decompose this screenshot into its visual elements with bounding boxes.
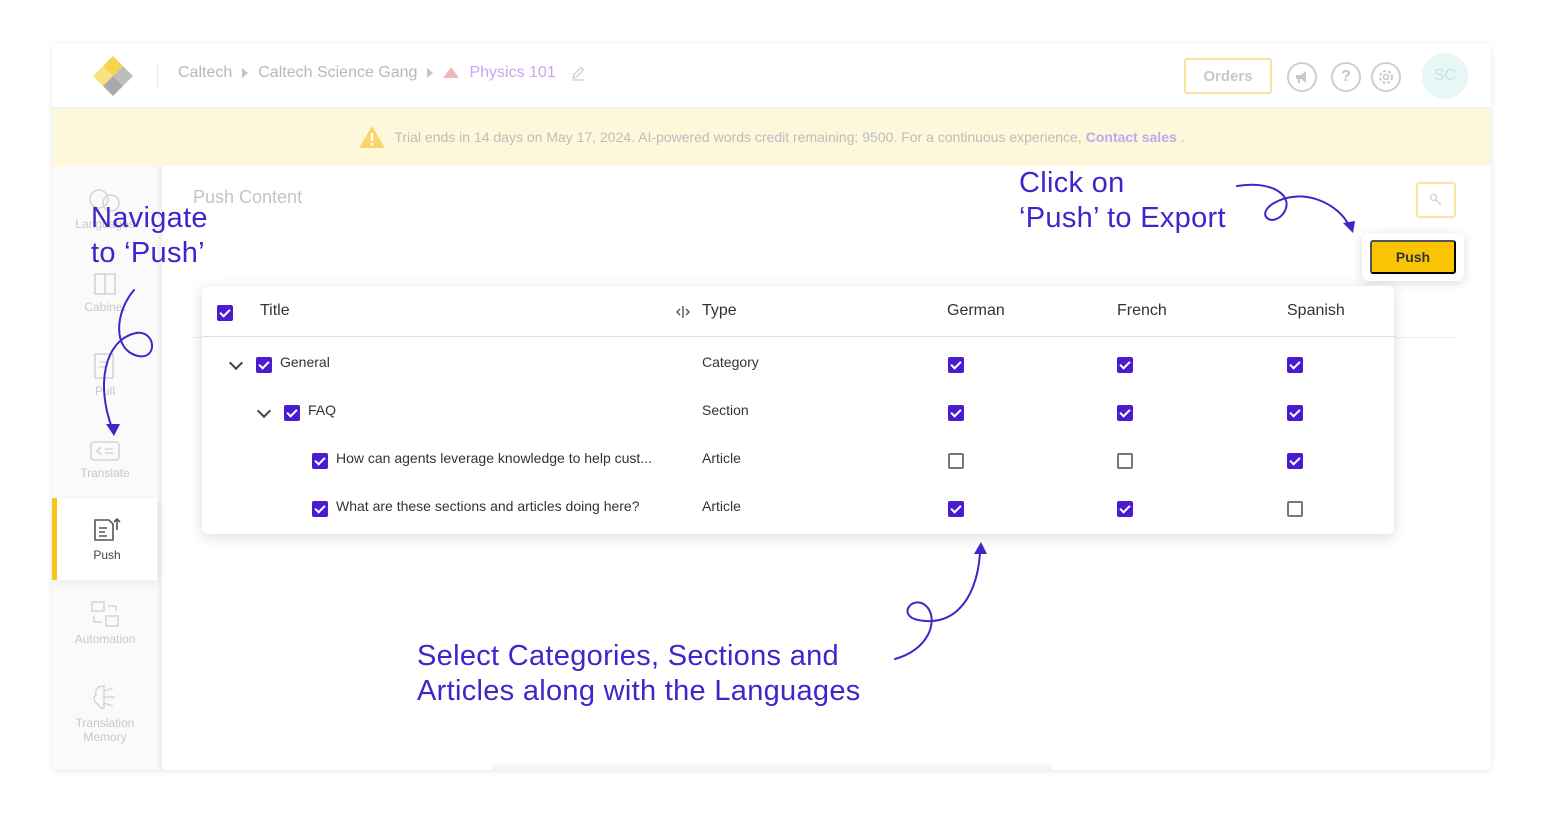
sidebar-item-label: Automation (74, 632, 136, 646)
chevron-down-icon[interactable] (228, 355, 244, 371)
sidebar-item-label: Cabinet (84, 300, 126, 314)
sidebar-item-translation-memory[interactable]: Translation Memory (52, 682, 158, 744)
avatar[interactable]: SC (1422, 53, 1468, 99)
caret-right-icon (242, 68, 249, 78)
column-header-spanish[interactable]: Spanish (1287, 302, 1345, 320)
annotation-navigate: Navigate to ‘Push’ (91, 201, 208, 271)
megaphone-icon[interactable] (1287, 62, 1317, 92)
push-content-table: Title Type German French Spanish General… (202, 286, 1394, 534)
annotation-click-push: Click on ‘Push’ to Export (1019, 166, 1226, 236)
banner-text: Trial ends in 14 days on May 17, 2024. A… (394, 129, 1082, 145)
contact-sales-link[interactable]: Contact sales (1086, 129, 1177, 145)
sidebar-item-cabinet[interactable]: Cabinet (52, 272, 158, 314)
spanish-checkbox[interactable] (1287, 453, 1303, 469)
column-header-type[interactable]: Type (702, 302, 737, 320)
top-header: Caltech Caltech Science Gang Physics 101… (52, 44, 1491, 108)
column-header-title[interactable]: Title (260, 302, 290, 320)
row-type: Article (702, 498, 741, 514)
spanish-checkbox[interactable] (1287, 501, 1303, 517)
row-title: What are these sections and articles doi… (336, 498, 640, 514)
german-checkbox[interactable] (948, 453, 964, 469)
push-button-card: Push (1362, 233, 1464, 281)
row-title: General (280, 354, 330, 370)
warning-icon (359, 126, 386, 148)
sidebar-item-label: Translation Memory (75, 716, 135, 744)
translation-memory-icon (93, 685, 115, 710)
page-title: Push Content (193, 187, 303, 207)
german-checkbox[interactable] (948, 405, 964, 421)
translate-icon (90, 441, 120, 461)
table-row: How can agents leverage knowledge to hel… (202, 434, 1394, 482)
row-checkbox[interactable] (284, 405, 300, 421)
breadcrumb-team[interactable]: Caltech Science Gang (258, 64, 417, 82)
table-row: General Category (202, 338, 1394, 386)
annotation-line: Select Categories, Sections and (417, 640, 839, 672)
breadcrumb: Caltech Caltech Science Gang Physics 101 (178, 64, 586, 82)
sidebar-item-label: Push (93, 548, 121, 562)
table-header: Title Type German French Spanish (202, 286, 1394, 337)
row-checkbox[interactable] (256, 357, 272, 373)
spanish-checkbox[interactable] (1287, 357, 1303, 373)
annotation-line: to ‘Push’ (91, 237, 205, 269)
french-checkbox[interactable] (1117, 453, 1133, 469)
row-title: FAQ (308, 402, 337, 418)
help-icon[interactable]: ? (1331, 62, 1361, 92)
banner-suffix: . (1180, 129, 1185, 145)
push-button[interactable]: Push (1370, 240, 1456, 274)
gear-icon[interactable] (1371, 62, 1401, 92)
table-row: FAQ Section (202, 386, 1394, 434)
french-checkbox[interactable] (1117, 501, 1133, 517)
key-button[interactable] (1416, 182, 1456, 218)
breadcrumb-project[interactable]: Physics 101 (469, 64, 555, 82)
sidebar-item-automation[interactable]: Automation (52, 600, 158, 646)
german-checkbox[interactable] (948, 357, 964, 373)
row-checkbox[interactable] (312, 453, 328, 469)
trial-banner: Trial ends in 14 days on May 17, 2024. A… (52, 108, 1491, 166)
german-checkbox[interactable] (948, 501, 964, 517)
pull-icon (94, 353, 114, 379)
breadcrumb-org[interactable]: Caltech (178, 64, 232, 82)
sidebar-item-translate[interactable]: Translate (52, 440, 158, 480)
annotation-line: ‘Push’ to Export (1019, 202, 1226, 234)
annotation-select: Select Categories, Sections and Articles… (417, 639, 861, 709)
row-checkbox[interactable] (312, 501, 328, 517)
push-icon (94, 517, 121, 541)
sidebar-item-label: Pull (94, 384, 115, 398)
annotation-line: Navigate (91, 202, 208, 234)
french-checkbox[interactable] (1117, 357, 1133, 373)
row-type: Article (702, 450, 741, 466)
pencil-icon[interactable] (570, 65, 586, 81)
sidebar-item-push[interactable]: Push (52, 498, 157, 580)
orders-button[interactable]: Orders (1184, 58, 1272, 94)
row-type: Category (702, 354, 759, 370)
chevron-down-icon[interactable] (256, 403, 272, 419)
row-title: How can agents leverage knowledge to hel… (336, 450, 652, 466)
annotation-line: Articles along with the Languages (417, 675, 861, 707)
column-header-german[interactable]: German (947, 302, 1005, 320)
spanish-checkbox[interactable] (1287, 405, 1303, 421)
french-checkbox[interactable] (1117, 405, 1133, 421)
app-logo-icon[interactable] (90, 54, 136, 98)
sidebar-item-label: Translate (80, 466, 130, 480)
column-resize-icon[interactable] (675, 305, 691, 319)
header-divider (157, 62, 158, 90)
annotation-line: Click on (1019, 167, 1125, 199)
caret-right-icon (427, 68, 434, 78)
row-type: Section (702, 402, 749, 418)
faded-panel (492, 762, 1052, 770)
key-icon (1429, 193, 1442, 206)
sidebar-item-pull[interactable]: Pull (52, 352, 158, 398)
column-header-french[interactable]: French (1117, 302, 1167, 320)
cabinet-icon (94, 273, 116, 295)
automation-icon (91, 601, 119, 627)
table-row: What are these sections and articles doi… (202, 482, 1394, 530)
select-all-checkbox[interactable] (217, 305, 233, 321)
project-triangle-icon (443, 66, 460, 78)
